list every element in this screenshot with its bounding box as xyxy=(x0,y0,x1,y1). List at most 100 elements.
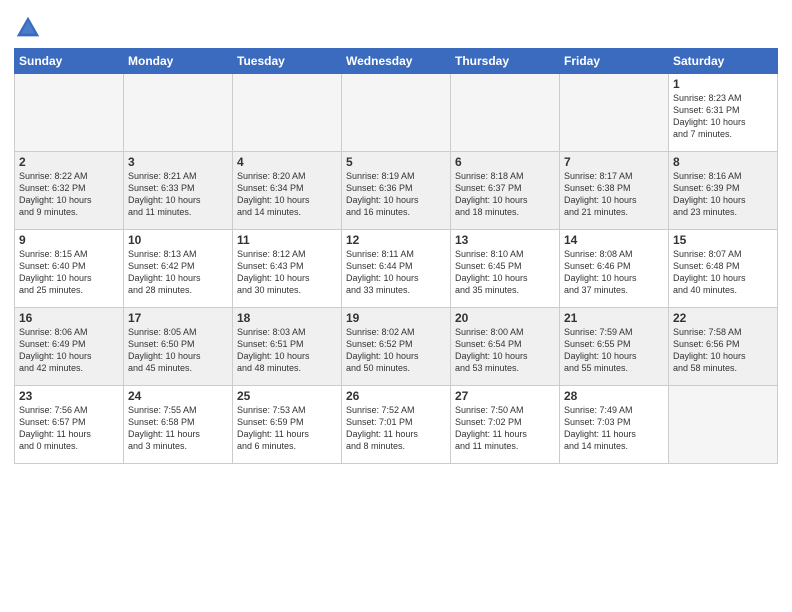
day-info: Sunrise: 8:12 AM Sunset: 6:43 PM Dayligh… xyxy=(237,248,337,297)
day-number: 11 xyxy=(237,233,337,247)
calendar-header-saturday: Saturday xyxy=(669,49,778,74)
day-info: Sunrise: 8:02 AM Sunset: 6:52 PM Dayligh… xyxy=(346,326,446,375)
day-number: 14 xyxy=(564,233,664,247)
calendar-cell: 9Sunrise: 8:15 AM Sunset: 6:40 PM Daylig… xyxy=(15,230,124,308)
day-info: Sunrise: 8:18 AM Sunset: 6:37 PM Dayligh… xyxy=(455,170,555,219)
day-info: Sunrise: 8:17 AM Sunset: 6:38 PM Dayligh… xyxy=(564,170,664,219)
day-number: 17 xyxy=(128,311,228,325)
calendar-header-tuesday: Tuesday xyxy=(233,49,342,74)
calendar-header-monday: Monday xyxy=(124,49,233,74)
calendar-cell xyxy=(233,74,342,152)
calendar-cell: 5Sunrise: 8:19 AM Sunset: 6:36 PM Daylig… xyxy=(342,152,451,230)
calendar-cell: 20Sunrise: 8:00 AM Sunset: 6:54 PM Dayli… xyxy=(451,308,560,386)
day-number: 19 xyxy=(346,311,446,325)
calendar-week-row: 16Sunrise: 8:06 AM Sunset: 6:49 PM Dayli… xyxy=(15,308,778,386)
day-info: Sunrise: 8:03 AM Sunset: 6:51 PM Dayligh… xyxy=(237,326,337,375)
day-number: 24 xyxy=(128,389,228,403)
calendar-cell: 16Sunrise: 8:06 AM Sunset: 6:49 PM Dayli… xyxy=(15,308,124,386)
day-info: Sunrise: 8:20 AM Sunset: 6:34 PM Dayligh… xyxy=(237,170,337,219)
calendar-cell: 18Sunrise: 8:03 AM Sunset: 6:51 PM Dayli… xyxy=(233,308,342,386)
calendar-table: SundayMondayTuesdayWednesdayThursdayFrid… xyxy=(14,48,778,464)
calendar-cell: 14Sunrise: 8:08 AM Sunset: 6:46 PM Dayli… xyxy=(560,230,669,308)
logo xyxy=(14,14,44,42)
calendar-header-friday: Friday xyxy=(560,49,669,74)
calendar-cell: 2Sunrise: 8:22 AM Sunset: 6:32 PM Daylig… xyxy=(15,152,124,230)
calendar-header-wednesday: Wednesday xyxy=(342,49,451,74)
day-info: Sunrise: 8:10 AM Sunset: 6:45 PM Dayligh… xyxy=(455,248,555,297)
day-info: Sunrise: 7:59 AM Sunset: 6:55 PM Dayligh… xyxy=(564,326,664,375)
day-number: 26 xyxy=(346,389,446,403)
day-info: Sunrise: 7:56 AM Sunset: 6:57 PM Dayligh… xyxy=(19,404,119,453)
calendar-cell: 17Sunrise: 8:05 AM Sunset: 6:50 PM Dayli… xyxy=(124,308,233,386)
calendar-cell: 24Sunrise: 7:55 AM Sunset: 6:58 PM Dayli… xyxy=(124,386,233,464)
day-number: 4 xyxy=(237,155,337,169)
day-number: 13 xyxy=(455,233,555,247)
day-number: 16 xyxy=(19,311,119,325)
day-info: Sunrise: 7:52 AM Sunset: 7:01 PM Dayligh… xyxy=(346,404,446,453)
calendar-header-sunday: Sunday xyxy=(15,49,124,74)
calendar-cell: 12Sunrise: 8:11 AM Sunset: 6:44 PM Dayli… xyxy=(342,230,451,308)
calendar-cell: 1Sunrise: 8:23 AM Sunset: 6:31 PM Daylig… xyxy=(669,74,778,152)
day-number: 23 xyxy=(19,389,119,403)
day-number: 9 xyxy=(19,233,119,247)
day-info: Sunrise: 7:50 AM Sunset: 7:02 PM Dayligh… xyxy=(455,404,555,453)
calendar-cell xyxy=(560,74,669,152)
day-number: 10 xyxy=(128,233,228,247)
day-info: Sunrise: 8:16 AM Sunset: 6:39 PM Dayligh… xyxy=(673,170,773,219)
day-info: Sunrise: 8:00 AM Sunset: 6:54 PM Dayligh… xyxy=(455,326,555,375)
day-number: 3 xyxy=(128,155,228,169)
calendar-week-row: 2Sunrise: 8:22 AM Sunset: 6:32 PM Daylig… xyxy=(15,152,778,230)
calendar-header-row: SundayMondayTuesdayWednesdayThursdayFrid… xyxy=(15,49,778,74)
day-info: Sunrise: 8:13 AM Sunset: 6:42 PM Dayligh… xyxy=(128,248,228,297)
day-info: Sunrise: 8:11 AM Sunset: 6:44 PM Dayligh… xyxy=(346,248,446,297)
day-info: Sunrise: 8:21 AM Sunset: 6:33 PM Dayligh… xyxy=(128,170,228,219)
calendar-week-row: 23Sunrise: 7:56 AM Sunset: 6:57 PM Dayli… xyxy=(15,386,778,464)
day-number: 20 xyxy=(455,311,555,325)
calendar-cell xyxy=(342,74,451,152)
day-info: Sunrise: 7:55 AM Sunset: 6:58 PM Dayligh… xyxy=(128,404,228,453)
day-number: 8 xyxy=(673,155,773,169)
day-number: 21 xyxy=(564,311,664,325)
calendar-cell: 19Sunrise: 8:02 AM Sunset: 6:52 PM Dayli… xyxy=(342,308,451,386)
calendar-cell: 26Sunrise: 7:52 AM Sunset: 7:01 PM Dayli… xyxy=(342,386,451,464)
calendar-week-row: 9Sunrise: 8:15 AM Sunset: 6:40 PM Daylig… xyxy=(15,230,778,308)
day-info: Sunrise: 8:19 AM Sunset: 6:36 PM Dayligh… xyxy=(346,170,446,219)
calendar-cell: 6Sunrise: 8:18 AM Sunset: 6:37 PM Daylig… xyxy=(451,152,560,230)
calendar-week-row: 1Sunrise: 8:23 AM Sunset: 6:31 PM Daylig… xyxy=(15,74,778,152)
calendar-header-thursday: Thursday xyxy=(451,49,560,74)
day-number: 28 xyxy=(564,389,664,403)
day-number: 5 xyxy=(346,155,446,169)
day-number: 12 xyxy=(346,233,446,247)
day-info: Sunrise: 8:05 AM Sunset: 6:50 PM Dayligh… xyxy=(128,326,228,375)
calendar-cell: 10Sunrise: 8:13 AM Sunset: 6:42 PM Dayli… xyxy=(124,230,233,308)
calendar-cell: 8Sunrise: 8:16 AM Sunset: 6:39 PM Daylig… xyxy=(669,152,778,230)
calendar-cell xyxy=(15,74,124,152)
calendar-cell: 28Sunrise: 7:49 AM Sunset: 7:03 PM Dayli… xyxy=(560,386,669,464)
day-number: 7 xyxy=(564,155,664,169)
day-info: Sunrise: 8:07 AM Sunset: 6:48 PM Dayligh… xyxy=(673,248,773,297)
day-info: Sunrise: 8:06 AM Sunset: 6:49 PM Dayligh… xyxy=(19,326,119,375)
day-info: Sunrise: 8:22 AM Sunset: 6:32 PM Dayligh… xyxy=(19,170,119,219)
day-info: Sunrise: 8:23 AM Sunset: 6:31 PM Dayligh… xyxy=(673,92,773,141)
day-number: 22 xyxy=(673,311,773,325)
calendar-cell: 3Sunrise: 8:21 AM Sunset: 6:33 PM Daylig… xyxy=(124,152,233,230)
calendar-cell xyxy=(124,74,233,152)
calendar-cell: 7Sunrise: 8:17 AM Sunset: 6:38 PM Daylig… xyxy=(560,152,669,230)
page: SundayMondayTuesdayWednesdayThursdayFrid… xyxy=(0,0,792,612)
calendar-cell: 27Sunrise: 7:50 AM Sunset: 7:02 PM Dayli… xyxy=(451,386,560,464)
calendar-cell: 11Sunrise: 8:12 AM Sunset: 6:43 PM Dayli… xyxy=(233,230,342,308)
calendar-cell: 15Sunrise: 8:07 AM Sunset: 6:48 PM Dayli… xyxy=(669,230,778,308)
day-info: Sunrise: 7:58 AM Sunset: 6:56 PM Dayligh… xyxy=(673,326,773,375)
calendar-cell: 25Sunrise: 7:53 AM Sunset: 6:59 PM Dayli… xyxy=(233,386,342,464)
calendar-cell xyxy=(451,74,560,152)
calendar-cell: 23Sunrise: 7:56 AM Sunset: 6:57 PM Dayli… xyxy=(15,386,124,464)
day-number: 25 xyxy=(237,389,337,403)
calendar-cell: 21Sunrise: 7:59 AM Sunset: 6:55 PM Dayli… xyxy=(560,308,669,386)
day-number: 27 xyxy=(455,389,555,403)
day-info: Sunrise: 7:49 AM Sunset: 7:03 PM Dayligh… xyxy=(564,404,664,453)
day-number: 15 xyxy=(673,233,773,247)
calendar-cell: 22Sunrise: 7:58 AM Sunset: 6:56 PM Dayli… xyxy=(669,308,778,386)
logo-icon xyxy=(14,14,42,42)
calendar-cell: 13Sunrise: 8:10 AM Sunset: 6:45 PM Dayli… xyxy=(451,230,560,308)
day-info: Sunrise: 8:15 AM Sunset: 6:40 PM Dayligh… xyxy=(19,248,119,297)
